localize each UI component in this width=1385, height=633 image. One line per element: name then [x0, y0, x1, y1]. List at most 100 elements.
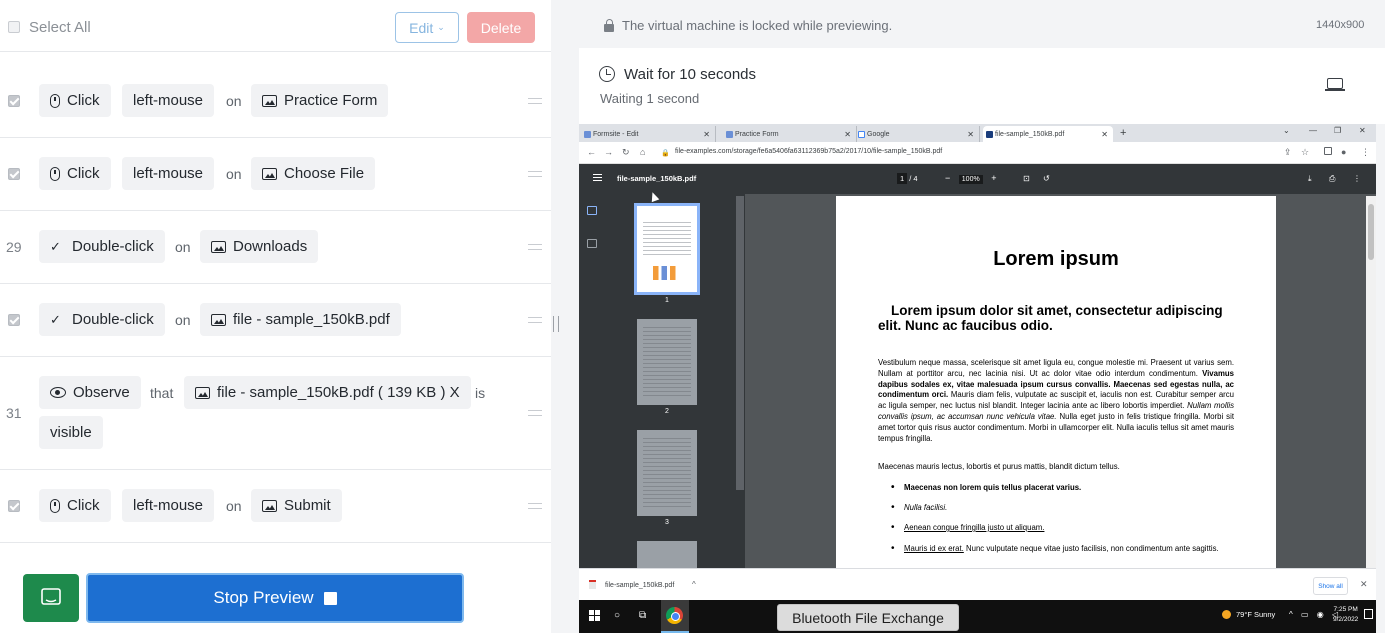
step-row[interactable]: Click left-mouse on Submit [0, 470, 551, 543]
kebab-menu-icon[interactable]: ⋮ [1353, 174, 1361, 183]
step-target-chip[interactable]: file - sample_150kB.pdf [200, 303, 401, 336]
step-action-chip[interactable]: Click [39, 84, 111, 117]
step-row[interactable]: Click left-mouse on Practice Form [0, 64, 551, 138]
step-param-chip[interactable]: left-mouse [122, 157, 215, 190]
step-target-chip[interactable]: Choose File [251, 157, 376, 190]
step-checkbox[interactable] [8, 168, 20, 180]
browser-tab[interactable]: Practice Form ✕ [723, 126, 857, 142]
step-state-chip[interactable]: visible [39, 416, 103, 449]
step-checkbox[interactable] [8, 314, 20, 326]
step-target-chip[interactable]: file - sample_150kB.pdf ( 139 KB ) X [184, 376, 471, 409]
step-checkbox[interactable] [8, 500, 20, 512]
zoom-input[interactable]: 100% [958, 175, 983, 184]
taskbar-clock[interactable]: 7:25 PM 9/2/2022 [1333, 605, 1358, 625]
download-icon[interactable]: ⤓ [1308, 174, 1312, 184]
image-icon [262, 167, 277, 180]
share-icon[interactable]: ⇪ [1284, 147, 1292, 158]
sidepanel-icon[interactable] [1324, 147, 1332, 155]
drag-handle-icon[interactable] [528, 410, 542, 416]
close-icon[interactable]: ✕ [844, 130, 851, 139]
chrome-icon[interactable] [666, 607, 683, 624]
rotate-icon[interactable]: ↺ [1043, 174, 1050, 183]
step-checkbox[interactable] [8, 95, 20, 107]
home-icon[interactable]: ⌂ [640, 147, 645, 157]
page-thumbnail[interactable] [634, 203, 700, 295]
step-action-chip[interactable]: ✓ Double-click [39, 303, 165, 336]
step-action-label: Click [67, 497, 100, 514]
stop-preview-button[interactable]: Stop Preview [86, 573, 464, 623]
notification-icon[interactable] [1364, 609, 1373, 619]
laptop-icon[interactable] [1325, 78, 1345, 91]
step-row[interactable]: 31 Observe that file - sample_150kB.pdf … [0, 357, 551, 470]
profile-icon[interactable]: ● [1341, 147, 1346, 157]
weather-widget[interactable]: 79°F Sunny [1222, 610, 1275, 619]
step-target-chip[interactable]: Downloads [200, 230, 319, 263]
resize-grip-icon[interactable] [553, 316, 559, 332]
page-thumbnail[interactable] [637, 319, 697, 405]
step-action-chip[interactable]: Click [39, 157, 111, 190]
page-thumbnail[interactable] [637, 541, 697, 571]
step-row[interactable]: Click left-mouse on Choose File [0, 138, 551, 211]
zoom-in-icon[interactable]: + [991, 173, 996, 183]
windows-start-icon[interactable] [589, 610, 600, 621]
url-field[interactable]: file-examples.com/storage/fe6a5406fa6311… [675, 148, 942, 155]
close-icon[interactable]: ✕ [1101, 130, 1108, 139]
star-icon[interactable]: ☆ [1301, 147, 1309, 158]
browser-tab[interactable]: Formsite - Edit ✕ [581, 126, 716, 142]
step-row[interactable]: 29 ✓ Double-click on Downloads [0, 211, 551, 284]
doc-list-item: Maecenas non lorem quis tellus placerat … [891, 483, 1234, 494]
step-target-chip[interactable]: Submit [251, 489, 342, 522]
delete-button[interactable]: Delete [467, 12, 535, 43]
select-all-label[interactable]: Select All [29, 19, 91, 36]
maximize-icon[interactable]: ❐ [1334, 126, 1341, 135]
show-all-button[interactable]: Show all [1313, 577, 1348, 595]
browser-tabstrip: Formsite - Edit ✕ Practice Form ✕ Google ✕ … [579, 124, 1376, 142]
lock-icon[interactable]: 🔒 [661, 149, 670, 157]
step-action-chip[interactable]: ✓ Double-click [39, 230, 165, 263]
outline-icon[interactable] [587, 239, 597, 248]
lock-message: The virtual machine is locked while prev… [604, 18, 892, 33]
chevron-down-icon[interactable]: ⌄ [1283, 126, 1290, 135]
step-action-chip[interactable]: Click [39, 489, 111, 522]
minimize-icon[interactable]: — [1309, 126, 1317, 135]
step-param-chip[interactable]: left-mouse [122, 489, 215, 522]
close-icon[interactable]: ✕ [967, 130, 974, 139]
chat-button[interactable] [23, 574, 79, 622]
close-window-icon[interactable]: ✕ [1359, 126, 1366, 135]
step-row[interactable]: ✓ Double-click on file - sample_150kB.pd… [0, 284, 551, 357]
edit-button[interactable]: Edit ⌄ [395, 12, 459, 43]
forward-icon[interactable]: → [604, 147, 613, 157]
browser-tab-active[interactable]: file-sample_150kB.pdf ✕ [983, 126, 1113, 142]
step-action-chip[interactable]: Observe [39, 376, 141, 409]
thumbnails-icon[interactable] [587, 206, 597, 215]
reload-icon[interactable]: ↻ [622, 147, 630, 158]
select-all-checkbox[interactable] [8, 21, 20, 33]
chevron-up-icon[interactable]: ^ [692, 580, 696, 589]
new-tab-icon[interactable]: + [1120, 127, 1126, 139]
drag-handle-icon[interactable] [528, 244, 542, 250]
thumbnail-scrollbar[interactable] [736, 196, 744, 490]
fit-page-icon[interactable]: ⊡ [1023, 174, 1030, 183]
step-param-chip[interactable]: left-mouse [122, 84, 215, 117]
page-input[interactable]: 1 [897, 173, 908, 184]
browser-tab[interactable]: Google ✕ [855, 126, 980, 142]
step-target-chip[interactable]: Practice Form [251, 84, 389, 117]
pdf-scrollbar[interactable] [1366, 196, 1376, 568]
wait-title: Wait for 10 seconds [624, 66, 757, 83]
hamburger-icon[interactable] [593, 174, 602, 181]
download-item-name[interactable]: file-sample_150kB.pdf [605, 582, 674, 589]
step-action-label: Double-click [72, 238, 154, 255]
print-icon[interactable]: ⎙ [1329, 174, 1335, 184]
drag-handle-icon[interactable] [528, 98, 542, 104]
search-icon[interactable]: ○ [614, 610, 620, 621]
task-view-icon[interactable]: ⧉ [639, 610, 646, 621]
drag-handle-icon[interactable] [528, 317, 542, 323]
close-icon[interactable]: ✕ [703, 130, 710, 139]
drag-handle-icon[interactable] [528, 171, 542, 177]
drag-handle-icon[interactable] [528, 503, 542, 509]
page-thumbnail[interactable] [637, 430, 697, 516]
close-icon[interactable]: ✕ [1360, 579, 1368, 590]
zoom-out-icon[interactable]: − [945, 173, 950, 183]
kebab-menu-icon[interactable]: ⋮ [1361, 147, 1370, 158]
back-icon[interactable]: ← [587, 147, 596, 157]
